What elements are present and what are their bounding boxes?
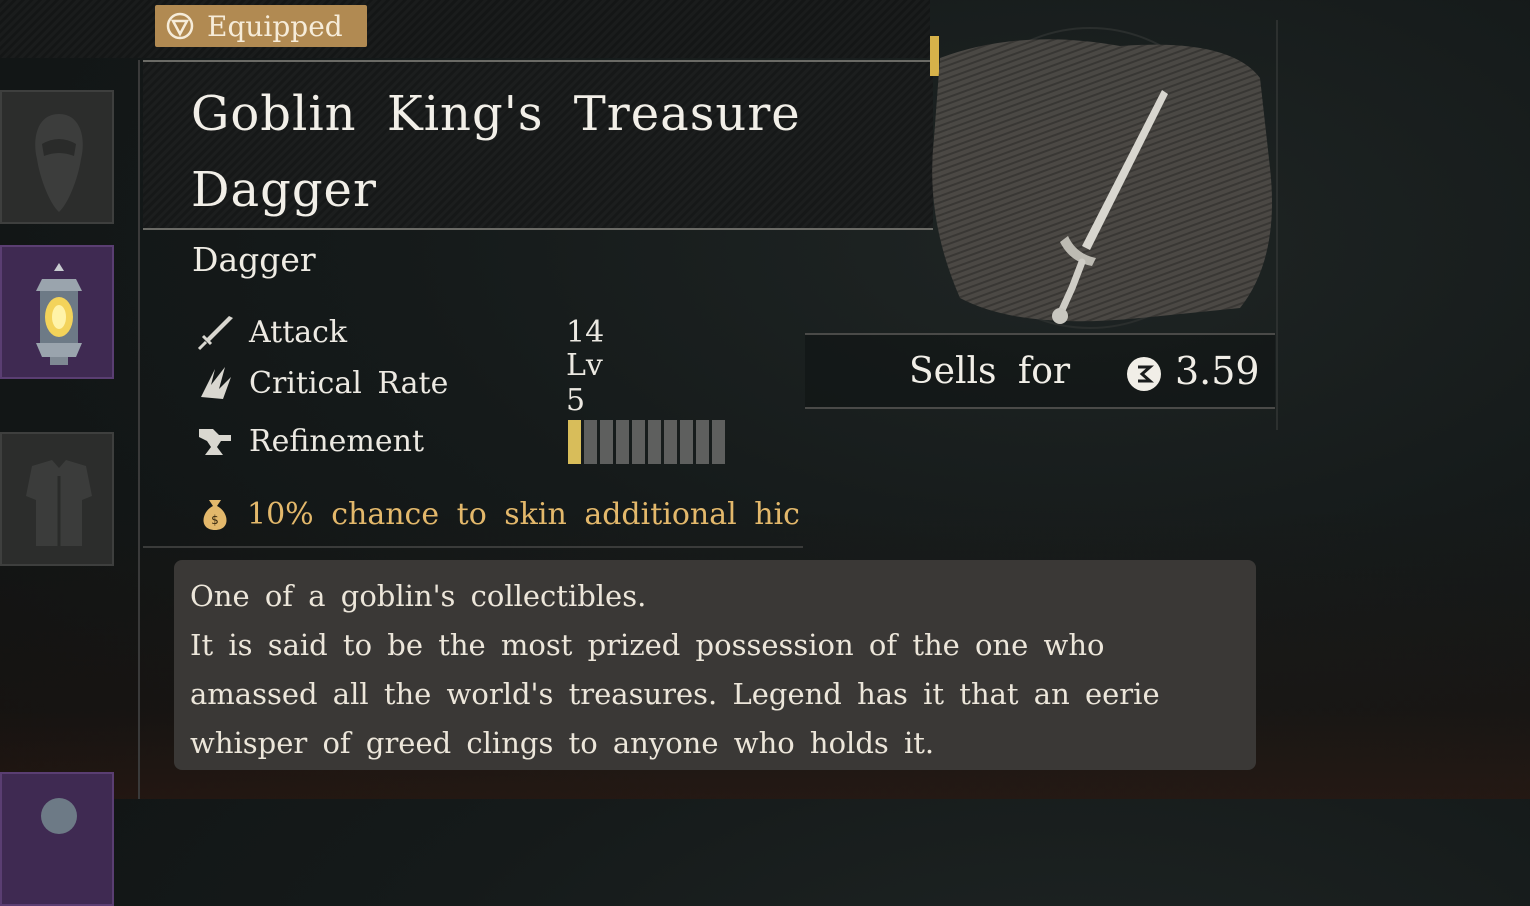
sell-label: Sells for [909, 351, 1071, 392]
refinement-segment [664, 420, 677, 464]
equipment-slot-extra[interactable] [0, 772, 114, 906]
header-strip [0, 0, 930, 58]
stat-refinement: Refinement [195, 420, 424, 462]
refinement-segment [600, 420, 613, 464]
refinement-segment [680, 420, 693, 464]
description-line: amassed all the world's treasures. Legen… [190, 677, 1160, 711]
refinement-segment [712, 420, 725, 464]
item-title: Goblin King's Treasure Dagger [191, 76, 891, 228]
sell-price-row: Sells for 3.59 [805, 333, 1275, 409]
item-description: One of a goblin's collectibles. It is sa… [174, 560, 1256, 770]
refinement-bar [568, 420, 725, 464]
stat-critical-rate: Critical Rate Lv 5 [195, 348, 603, 418]
stat-label: Refinement [249, 423, 425, 459]
item-portrait [932, 27, 1272, 329]
shield-icon [166, 12, 194, 40]
critical-slash-icon [201, 367, 231, 399]
equipped-badge: Equipped [155, 5, 367, 47]
description-line: One of a goblin's collectibles. [190, 579, 647, 613]
refinement-segment [568, 420, 581, 464]
sword-icon [197, 316, 233, 351]
stat-label: Attack [249, 314, 348, 350]
refinement-segment [648, 420, 661, 464]
item-title-block: Goblin King's Treasure Dagger [143, 60, 933, 230]
equipment-slot-accessory[interactable] [0, 245, 114, 379]
hooded-figure-icon [35, 114, 83, 212]
refinement-segment [584, 420, 597, 464]
equipment-slot-head[interactable] [0, 90, 114, 224]
lantern-icon [36, 263, 82, 365]
description-line: whisper of greed clings to anyone who ho… [190, 726, 935, 760]
refinement-segment [696, 420, 709, 464]
money-bag-icon: $ [203, 500, 227, 530]
description-line: It is said to be the most prized possess… [190, 628, 1105, 662]
item-title-line-2: Dagger [191, 162, 377, 218]
stat-attack: Attack 14 [195, 311, 604, 353]
stat-value: Lv 5 [566, 348, 603, 418]
item-title-line-1: Goblin King's Treasure [191, 86, 801, 142]
item-type: Dagger [192, 240, 316, 279]
armor-icon [26, 460, 92, 546]
svg-text:$: $ [211, 513, 219, 527]
sell-value: 3.59 [1175, 349, 1260, 393]
anvil-icon [199, 429, 231, 455]
equipped-label: Equipped [207, 9, 343, 43]
stat-value: 14 [566, 314, 605, 350]
item-effect: $ 10% chance to skin additional hic [195, 490, 805, 538]
coin-icon [1127, 357, 1161, 391]
effect-text: 10% chance to skin additional hic [247, 496, 800, 532]
divider [143, 546, 803, 548]
equipment-slot-column [0, 60, 140, 906]
item-icon [41, 798, 77, 834]
panel-divider [1276, 20, 1278, 430]
refinement-segment [632, 420, 645, 464]
stat-label: Critical Rate [249, 365, 449, 401]
refinement-segment [616, 420, 629, 464]
equipment-slot-body[interactable] [0, 432, 114, 566]
